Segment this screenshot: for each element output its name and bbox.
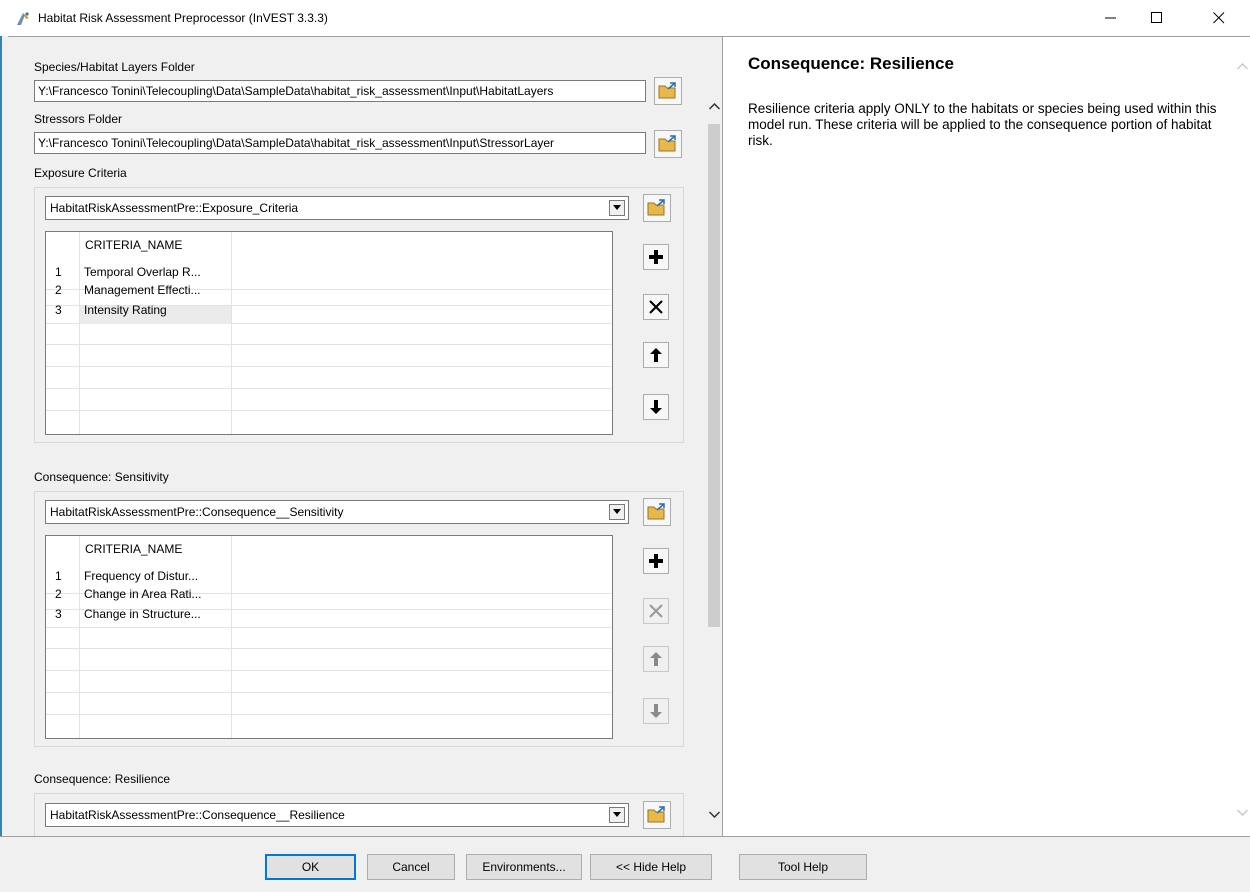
sensitivity-table[interactable]: CRITERIA_NAME 1 Frequency of Distur... 2… [45, 535, 613, 739]
table-row[interactable]: Management Effecti... [84, 279, 201, 301]
maximize-icon [1151, 12, 1162, 23]
close-button[interactable] [1196, 0, 1242, 36]
arrow-up-icon [650, 652, 662, 666]
add-row-button[interactable] [643, 244, 669, 270]
plus-icon [649, 250, 663, 264]
exposure-criteria-combo[interactable]: HabitatRiskAssessmentPre::Exposure_Crite… [45, 196, 629, 220]
delete-x-icon [649, 604, 663, 618]
window-title: Habitat Risk Assessment Preprocessor (In… [38, 11, 328, 25]
sensitivity-label: Consequence: Sensitivity [34, 470, 169, 484]
tool-help-button[interactable]: Tool Help [739, 854, 867, 880]
browse-stressors-button[interactable] [654, 130, 682, 158]
minimize-icon [1105, 17, 1116, 19]
arrow-down-icon [650, 704, 662, 718]
arrow-down-icon [650, 400, 662, 414]
browse-exposure-button[interactable] [643, 194, 671, 222]
row-number: 2 [55, 283, 62, 297]
delete-row-button[interactable] [643, 294, 669, 320]
chevron-down-icon [613, 509, 621, 514]
browse-sensitivity-button[interactable] [643, 498, 671, 526]
table-header[interactable]: CRITERIA_NAME [85, 234, 182, 256]
dropdown-button[interactable] [609, 807, 625, 823]
help-panel: Consequence: Resilience Resilience crite… [722, 36, 1250, 836]
button-bar: OK Cancel Environments... << Hide Help T… [0, 836, 1250, 892]
python-tool-icon [17, 12, 29, 25]
cancel-button[interactable]: Cancel [367, 854, 455, 880]
delete-row-button[interactable] [643, 598, 669, 624]
chevron-up-icon[interactable] [1237, 63, 1248, 70]
browse-species-button[interactable] [654, 77, 682, 105]
exposure-criteria-table[interactable]: CRITERIA_NAME 1 Temporal Overlap R... 2 … [45, 231, 613, 435]
open-folder-icon [647, 503, 665, 520]
row-number: 3 [55, 303, 62, 317]
dropdown-button[interactable] [609, 504, 625, 520]
sensitivity-combo-value: HabitatRiskAssessmentPre::Consequence__S… [50, 505, 344, 519]
open-folder-icon [658, 82, 676, 99]
resilience-label: Consequence: Resilience [34, 772, 171, 786]
hide-help-button[interactable]: << Hide Help [590, 854, 712, 880]
open-folder-icon [647, 199, 665, 216]
row-number: 2 [55, 587, 62, 601]
plus-icon [649, 554, 663, 568]
row-number: 3 [55, 607, 62, 621]
table-header[interactable]: CRITERIA_NAME [85, 538, 182, 560]
table-row[interactable]: Intensity Rating [84, 299, 167, 321]
move-down-button[interactable] [643, 394, 669, 420]
open-folder-icon [647, 806, 665, 823]
environments-button[interactable]: Environments... [466, 854, 582, 880]
chevron-down-icon [708, 810, 720, 818]
ok-button[interactable]: OK [265, 854, 356, 880]
title-bar: Habitat Risk Assessment Preprocessor (In… [0, 0, 1250, 36]
move-up-button[interactable] [643, 646, 669, 672]
close-icon [1213, 12, 1225, 24]
exposure-criteria-label: Exposure Criteria [34, 166, 127, 180]
scroll-thumb[interactable] [708, 124, 720, 627]
browse-resilience-button[interactable] [643, 801, 671, 829]
window-frame-left [0, 36, 8, 836]
stressors-folder-label: Stressors Folder [34, 112, 123, 126]
form-scrollbar[interactable] [704, 81, 722, 826]
stressors-folder-input[interactable]: Y:\Francesco Tonini\Telecoupling\Data\Sa… [34, 132, 646, 154]
add-row-button[interactable] [643, 548, 669, 574]
resilience-combo[interactable]: HabitatRiskAssessmentPre::Consequence__R… [45, 803, 629, 827]
help-body: Resilience criteria apply ONLY to the ha… [748, 101, 1217, 148]
arrow-up-icon [650, 348, 662, 362]
move-up-button[interactable] [643, 342, 669, 368]
resilience-group: HabitatRiskAssessmentPre::Consequence__R… [34, 793, 684, 836]
chevron-down-icon [613, 205, 621, 210]
open-folder-icon [658, 135, 676, 152]
dropdown-button[interactable] [609, 200, 625, 216]
table-row[interactable]: Change in Structure... [84, 603, 201, 625]
chevron-up-icon [708, 102, 720, 110]
minimize-button[interactable] [1088, 0, 1134, 36]
resilience-combo-value: HabitatRiskAssessmentPre::Consequence__R… [50, 808, 345, 822]
exposure-combo-value: HabitatRiskAssessmentPre::Exposure_Crite… [50, 201, 299, 215]
scroll-down-button[interactable] [708, 807, 720, 821]
delete-x-icon [649, 300, 663, 314]
form-panel: Species/Habitat Layers Folder Y:\Frances… [8, 36, 722, 836]
species-folder-label: Species/Habitat Layers Folder [34, 60, 195, 74]
chevron-down-icon[interactable] [1237, 809, 1248, 816]
exposure-criteria-group: HabitatRiskAssessmentPre::Exposure_Crite… [34, 187, 684, 443]
sensitivity-group: HabitatRiskAssessmentPre::Consequence__S… [34, 491, 684, 747]
move-down-button[interactable] [643, 698, 669, 724]
sensitivity-combo[interactable]: HabitatRiskAssessmentPre::Consequence__S… [45, 500, 629, 524]
table-row[interactable]: Change in Area Rati... [84, 583, 201, 605]
maximize-button[interactable] [1134, 0, 1180, 36]
chevron-down-icon [613, 812, 621, 817]
species-folder-input[interactable]: Y:\Francesco Tonini\Telecoupling\Data\Sa… [34, 80, 646, 102]
help-title: Consequence: Resilience [748, 54, 954, 73]
scroll-up-button[interactable] [708, 99, 720, 113]
